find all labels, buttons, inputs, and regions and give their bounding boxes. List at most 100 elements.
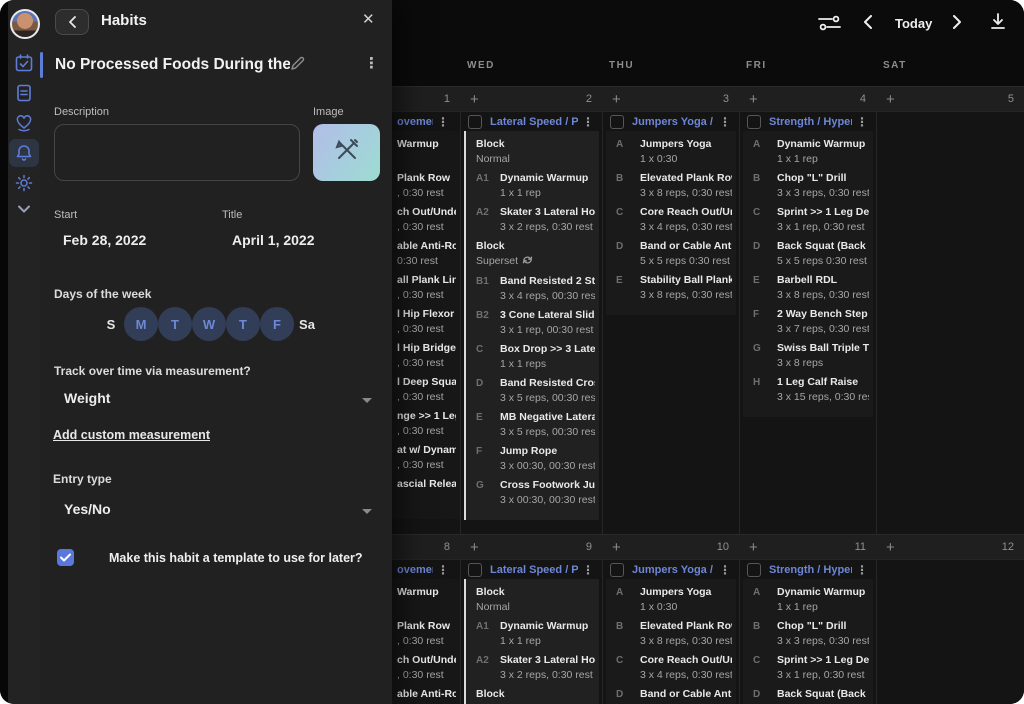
day-toggle-s-0[interactable]: S [98, 317, 124, 332]
exercise-row: BElevated Plank Row3 x 8 reps, 0:30 rest [606, 171, 732, 201]
workout-complete-checkbox[interactable] [468, 563, 482, 577]
entry-type-chevron-down-icon[interactable] [362, 509, 372, 514]
exercise-text: Skater 3 Lateral Hops >> ...3 x 2 reps, … [500, 205, 595, 235]
day-toggle-t-2[interactable]: T [158, 307, 192, 341]
add-workout-plus-icon[interactable]: + [470, 91, 479, 109]
workout-menu-kebab-icon[interactable]: ⋮ [719, 565, 731, 575]
exercise-text: Core Reach Out/Under3 x 4 reps, 0:30 res… [640, 653, 732, 683]
column-divider[interactable] [739, 86, 740, 704]
workout-title[interactable]: Jumpers Yoga / Core [632, 564, 715, 576]
edit-pencil-icon[interactable] [290, 56, 305, 76]
sidebar-item-settings[interactable] [15, 174, 33, 192]
day-toggle-sa-6[interactable]: Sa [294, 317, 320, 332]
add-workout-plus-icon[interactable]: + [749, 539, 758, 557]
workout-menu-kebab-icon[interactable]: ⋮ [719, 117, 731, 127]
workout-card-body: BlockNormalA1Dynamic Warmup1 x 1 repA2Sk… [464, 579, 599, 704]
day-toggle-w-3[interactable]: W [192, 307, 226, 341]
exercise-row: l Deep Squat Mo..., 0:30 rest [397, 375, 456, 405]
day-toggle-m-1[interactable]: M [124, 307, 158, 341]
workout-menu-kebab-icon[interactable]: ⋮ [437, 117, 449, 127]
end-date-value[interactable]: April 1, 2022 [232, 232, 315, 248]
day-number: 8 [444, 541, 450, 553]
workout-card-title-row[interactable]: Jumpers Yoga / Core ⋮ [610, 113, 731, 130]
exercise-name: Core Reach Out/Under [640, 205, 732, 220]
day-toggle-f-5[interactable]: F [260, 307, 294, 341]
workout-complete-checkbox[interactable] [610, 115, 624, 129]
workout-card-title-row[interactable]: Jumpers Yoga / Core ⋮ [610, 561, 731, 578]
habits-panel: Habits ✕ No Processed Foods During the W… [40, 0, 392, 704]
prev-week-chevron-icon[interactable] [863, 15, 873, 34]
description-input[interactable] [54, 124, 300, 181]
close-icon[interactable]: ✕ [362, 10, 375, 28]
exercise-name: Sprint >> 1 Leg Declarations [777, 205, 869, 220]
workout-card-title-row[interactable]: Lateral Speed / Plyo ⋮ [468, 113, 594, 130]
sidebar-more-chevron-down-icon[interactable] [15, 200, 33, 218]
exercise-detail: , 0:30 rest [397, 186, 456, 201]
workout-card-title-row[interactable]: Strength / Hypertro... ⋮ [747, 113, 868, 130]
download-icon[interactable] [990, 13, 1006, 35]
sidebar-item-notes[interactable] [15, 84, 33, 102]
measurement-chevron-down-icon[interactable] [362, 398, 372, 403]
exercise-row: CSprint >> 1 Leg Declarations3 x 1 rep, … [743, 205, 869, 235]
measurement-select[interactable]: Weight [64, 390, 110, 406]
add-workout-plus-icon[interactable]: + [886, 91, 895, 109]
next-week-chevron-icon[interactable] [952, 15, 962, 34]
habit-image[interactable] [313, 124, 380, 181]
workout-title[interactable]: Jumpers Yoga / Core [632, 116, 715, 128]
exercise-detail: 0:30 rest [397, 254, 456, 269]
exercise-row: able Anti-Rotati... [397, 687, 456, 704]
workout-menu-kebab-icon[interactable]: ⋮ [582, 565, 594, 575]
workout-menu-kebab-icon[interactable]: ⋮ [856, 117, 868, 127]
column-divider[interactable] [460, 86, 461, 704]
gear-icon [15, 174, 33, 192]
day-cell-header: +4 [739, 87, 876, 113]
sidebar-item-calendar[interactable] [15, 54, 33, 72]
workout-menu-kebab-icon[interactable]: ⋮ [437, 565, 449, 575]
workout-title[interactable]: ovement Q... [397, 564, 433, 576]
workout-card-title-row[interactable]: Lateral Speed / Plyo ⋮ [468, 561, 594, 578]
workout-card-title-row[interactable]: ovement Q... ⋮ [397, 113, 449, 130]
workout-complete-checkbox[interactable] [747, 115, 761, 129]
workout-title[interactable]: ovement Q... [397, 116, 433, 128]
workout-card-title-row[interactable]: Strength / Hypertro... ⋮ [747, 561, 868, 578]
filter-sliders-icon[interactable] [818, 14, 841, 37]
add-workout-plus-icon[interactable]: + [886, 539, 895, 557]
entry-type-select[interactable]: Yes/No [64, 501, 111, 517]
day-toggle-t-4[interactable]: T [226, 307, 260, 341]
workout-title[interactable]: Lateral Speed / Plyo [490, 116, 578, 128]
exercise-text: Band Resisted Crossover...3 x 5 reps, 00… [500, 376, 595, 406]
sidebar-item-notifications[interactable] [15, 144, 33, 162]
add-custom-measurement-link[interactable]: Add custom measurement [53, 428, 210, 442]
workout-menu-kebab-icon[interactable]: ⋮ [856, 565, 868, 575]
workout-title[interactable]: Strength / Hypertro... [769, 564, 852, 576]
column-divider[interactable] [602, 86, 603, 704]
start-date-value[interactable]: Feb 28, 2022 [63, 232, 146, 248]
exercise-text: Band or Cable Anti Rotati... [640, 687, 732, 702]
template-checkbox[interactable] [57, 549, 74, 566]
today-button[interactable]: Today [895, 16, 932, 31]
workout-title[interactable]: Strength / Hypertro... [769, 116, 852, 128]
add-workout-plus-icon[interactable]: + [612, 539, 621, 557]
workout-menu-kebab-icon[interactable]: ⋮ [582, 117, 594, 127]
workout-title[interactable]: Lateral Speed / Plyo [490, 564, 578, 576]
back-button[interactable] [55, 9, 89, 35]
sidebar-item-health[interactable] [15, 114, 33, 132]
avatar[interactable] [10, 9, 40, 39]
habit-menu-kebab-icon[interactable]: ⋮ [364, 54, 379, 72]
sidebar [8, 0, 40, 704]
exercise-text: Dynamic Warmup1 x 1 rep [500, 171, 595, 201]
exercise-name: ch Out/Under [397, 653, 456, 668]
app-window: Today WEDTHUFRISAT1+2+3+4+5ovement Q...⋮… [0, 0, 1024, 704]
add-workout-plus-icon[interactable]: + [470, 539, 479, 557]
exercise-text: Jumpers Yoga1 x 0:30 [640, 585, 732, 615]
column-divider[interactable] [876, 86, 877, 704]
exercise-row: A1Dynamic Warmup1 x 1 rep [466, 619, 595, 649]
add-workout-plus-icon[interactable]: + [612, 91, 621, 109]
exercise-detail: , 0:30 rest [397, 458, 456, 473]
workout-complete-checkbox[interactable] [747, 563, 761, 577]
workout-complete-checkbox[interactable] [610, 563, 624, 577]
workout-card-title-row[interactable]: ovement Q... ⋮ [397, 561, 449, 578]
add-workout-plus-icon[interactable]: + [749, 91, 758, 109]
workout-complete-checkbox[interactable] [468, 115, 482, 129]
exercise-name: l Hip Bridge w/ ... [397, 341, 456, 356]
